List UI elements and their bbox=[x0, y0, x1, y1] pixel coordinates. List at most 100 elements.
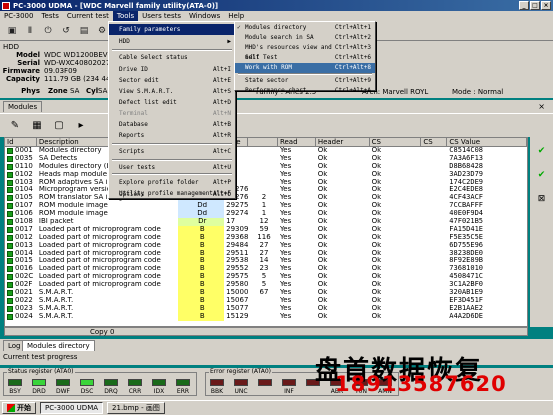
cell-read: Yes bbox=[279, 194, 292, 202]
table-row[interactable]: 0001Modules directory12YesOkOkC8514C08 bbox=[5, 147, 527, 155]
menu-item[interactable]: Family parameters bbox=[109, 24, 235, 35]
status-square-icon bbox=[7, 274, 13, 281]
led-label: DSC bbox=[80, 388, 94, 395]
submenu-item[interactable]: MHD's resources view and edit Ctrl+Alt+3 bbox=[235, 43, 375, 61]
table-row[interactable]: 0024 S.M.A.R.T. B 15129 Yes Ok Ok A4A2D6DE bbox=[5, 312, 527, 321]
table-row[interactable]: 0023 S.M.A.R.T. B 15077 Yes Ok Ok E2B1AAE2 bbox=[5, 304, 527, 313]
panel-close-icon[interactable]: × bbox=[538, 102, 545, 111]
menu-item[interactable]: Cable Select status bbox=[109, 52, 235, 63]
cell-header: Ok bbox=[317, 210, 328, 218]
menu-item[interactable]: Scripts Alt+C bbox=[109, 146, 235, 157]
table-row[interactable]: 0013 Loaded part of microprogram code B 294… bbox=[5, 241, 527, 250]
cell-header: Ok bbox=[317, 233, 328, 241]
col-cs[interactable]: CS bbox=[369, 138, 422, 147]
submenu-item[interactable]: State sector Ctrl+Alt+9 bbox=[235, 76, 375, 86]
col-cs-value[interactable]: CS Value bbox=[447, 138, 527, 147]
submenu-item[interactable]: Performance chart Ctrl+Alt+A bbox=[235, 86, 375, 96]
task-paint[interactable]: 21.bmp - 画图 bbox=[107, 402, 165, 414]
drive-icon[interactable]: ▤ bbox=[76, 22, 92, 39]
menu-users-tests[interactable]: Users tests bbox=[138, 11, 185, 21]
reset-icon[interactable]: ↺ bbox=[58, 22, 74, 39]
task-pc3000[interactable]: PC-3000 UDMA bbox=[40, 402, 104, 414]
menu-item[interactable]: Drive ID Alt+I bbox=[109, 64, 235, 75]
table-row[interactable]: 0021 S.M.A.R.T. B 15000 67 Yes Ok Ok 320AB1E9 bbox=[5, 289, 527, 297]
table-row[interactable]: 002F Loaded part of microprogram code B 295… bbox=[5, 281, 527, 290]
read-icon[interactable]: ✎ bbox=[6, 117, 24, 135]
menu-item[interactable]: View S.M.A.R.T. Alt+S bbox=[109, 86, 235, 97]
start-button[interactable]: 开始 bbox=[2, 402, 36, 414]
menu-tools[interactable]: Tools bbox=[112, 11, 139, 21]
menu-item[interactable]: Terminal Alt+N bbox=[109, 108, 235, 119]
menu-item[interactable]: User tests Alt+U bbox=[109, 162, 235, 173]
cell-copy: 12 bbox=[259, 218, 269, 226]
table-row[interactable]: 0012 Loaded part of microprogram code B 293… bbox=[5, 233, 527, 242]
document-icon[interactable]: ▢ bbox=[50, 117, 68, 135]
menu-item[interactable]: Explore profile folder Alt+P bbox=[109, 177, 235, 188]
col-cs2[interactable]: CS bbox=[421, 138, 448, 147]
table-row[interactable]: 0104Microprogram version imageDd29276Yes… bbox=[5, 186, 527, 195]
table-row[interactable]: 0107 ROM module image Dd 29275 1 Yes Ok Ok 7CCBA… bbox=[5, 202, 527, 211]
menu-item[interactable]: Defect list edit Alt+D bbox=[109, 97, 235, 108]
cell-copy: 59 bbox=[259, 225, 269, 233]
cell-id: 0110 bbox=[5, 163, 37, 171]
menu-pc3000[interactable]: PC-3000 bbox=[0, 11, 37, 21]
table-row[interactable]: 0110Modules directory (bac12YesOkOkD8B68… bbox=[5, 163, 527, 171]
pause-icon[interactable]: Ⅱ bbox=[22, 22, 38, 39]
cell-id: 0015 bbox=[5, 257, 37, 265]
cell-cs: Ok bbox=[371, 147, 382, 154]
cell-header: Ok bbox=[317, 225, 328, 233]
table-row[interactable]: 0102Heads map module ima12YesOkOk3AD23D7… bbox=[5, 171, 527, 179]
submenu-item[interactable]: ✓ Modules directory Ctrl+Alt+1 bbox=[235, 23, 375, 33]
stop-icon[interactable]: ▣ bbox=[4, 22, 20, 39]
table-row[interactable]: 0022 S.M.A.R.T. B 15067 Yes Ok Ok EF3D451F bbox=[5, 296, 527, 305]
menu-item[interactable]: Sector edit Alt+E bbox=[109, 75, 235, 86]
maximize-button[interactable]: □ bbox=[530, 1, 540, 10]
table-row[interactable]: 0105ROM translator SA imagesDd292762YesO… bbox=[5, 194, 527, 203]
submenu-item[interactable]: Work with ROM Ctrl+Alt+8 bbox=[235, 63, 375, 73]
tab-modules-directory[interactable]: Modules directory bbox=[22, 340, 95, 351]
table-row[interactable]: 0017 Loaded part of microprogram code B 293… bbox=[5, 225, 527, 234]
stop-icon[interactable]: ⊠ bbox=[534, 191, 550, 207]
cell-cs2 bbox=[421, 210, 447, 218]
col-read[interactable]: Read bbox=[277, 138, 316, 147]
menu-tests[interactable]: Tests bbox=[37, 11, 62, 21]
led-label: IDX bbox=[153, 388, 165, 395]
cell-cs: Ok bbox=[371, 194, 382, 202]
menu-separator bbox=[112, 159, 232, 161]
table-row[interactable]: 002C Loaded part of microprogram code B 295… bbox=[5, 273, 527, 282]
table-row[interactable]: 0016 Loaded part of microprogram code B 295… bbox=[5, 265, 527, 274]
cell-size: 29484 bbox=[226, 241, 249, 249]
close-button[interactable]: × bbox=[541, 1, 551, 10]
power-icon[interactable]: ⏻ bbox=[40, 22, 56, 39]
menu-windows[interactable]: Windows bbox=[185, 11, 224, 21]
cell-cs: Ok bbox=[371, 241, 382, 249]
col-header[interactable]: Header bbox=[315, 138, 370, 147]
table-row[interactable]: 0015 Loaded part of microprogram code B 295… bbox=[5, 257, 527, 266]
submenu-item[interactable]: Self Test Ctrl+Alt+6 bbox=[235, 53, 375, 63]
cell-description: Loaded part of microprogram code bbox=[38, 225, 161, 233]
check-icon[interactable]: ✔ bbox=[534, 143, 550, 159]
menu-help[interactable]: Help bbox=[224, 11, 248, 21]
submenu-item[interactable]: Module search in SA Ctrl+Alt+2 bbox=[235, 33, 375, 43]
col-id[interactable]: Id bbox=[5, 138, 37, 147]
menu-item[interactable]: Options Alt+O bbox=[109, 189, 235, 200]
table-row[interactable]: 0014 Loaded part of microprogram code B 295… bbox=[5, 249, 527, 258]
table-row[interactable]: 0035SA Defects12YesOkOk7A3A6F13 bbox=[5, 155, 527, 163]
check-icon[interactable]: ✔ bbox=[534, 167, 550, 183]
table-icon[interactable]: ▦ bbox=[28, 117, 46, 135]
menu-item[interactable]: HDD ▶ bbox=[109, 36, 235, 47]
table-row[interactable]: 0106 ROM module image Dd 29274 1 Yes Ok Ok 40E0F… bbox=[5, 210, 527, 219]
arrow-icon[interactable]: ▸ bbox=[72, 117, 90, 135]
menu-item[interactable]: Database Alt+B bbox=[109, 119, 235, 130]
col-copy[interactable] bbox=[248, 138, 278, 147]
menu-item[interactable]: Reports Alt+R bbox=[109, 130, 235, 141]
table-row[interactable]: 0103ROM adaptives SA image12YesOkOk174C2… bbox=[5, 179, 527, 187]
table-row[interactable]: 0108 IBI packet Dr 17 12 Yes Ok Ok 47F021B5 bbox=[5, 218, 527, 226]
cell-header: Ok bbox=[317, 265, 328, 273]
led-indicator bbox=[104, 379, 118, 386]
minimize-button[interactable]: _ bbox=[519, 1, 529, 10]
tab-modules[interactable]: Modules bbox=[3, 101, 43, 112]
menu-current-test[interactable]: Current test bbox=[63, 11, 113, 21]
cell-type: B bbox=[178, 289, 225, 297]
status-square-icon bbox=[7, 147, 13, 154]
